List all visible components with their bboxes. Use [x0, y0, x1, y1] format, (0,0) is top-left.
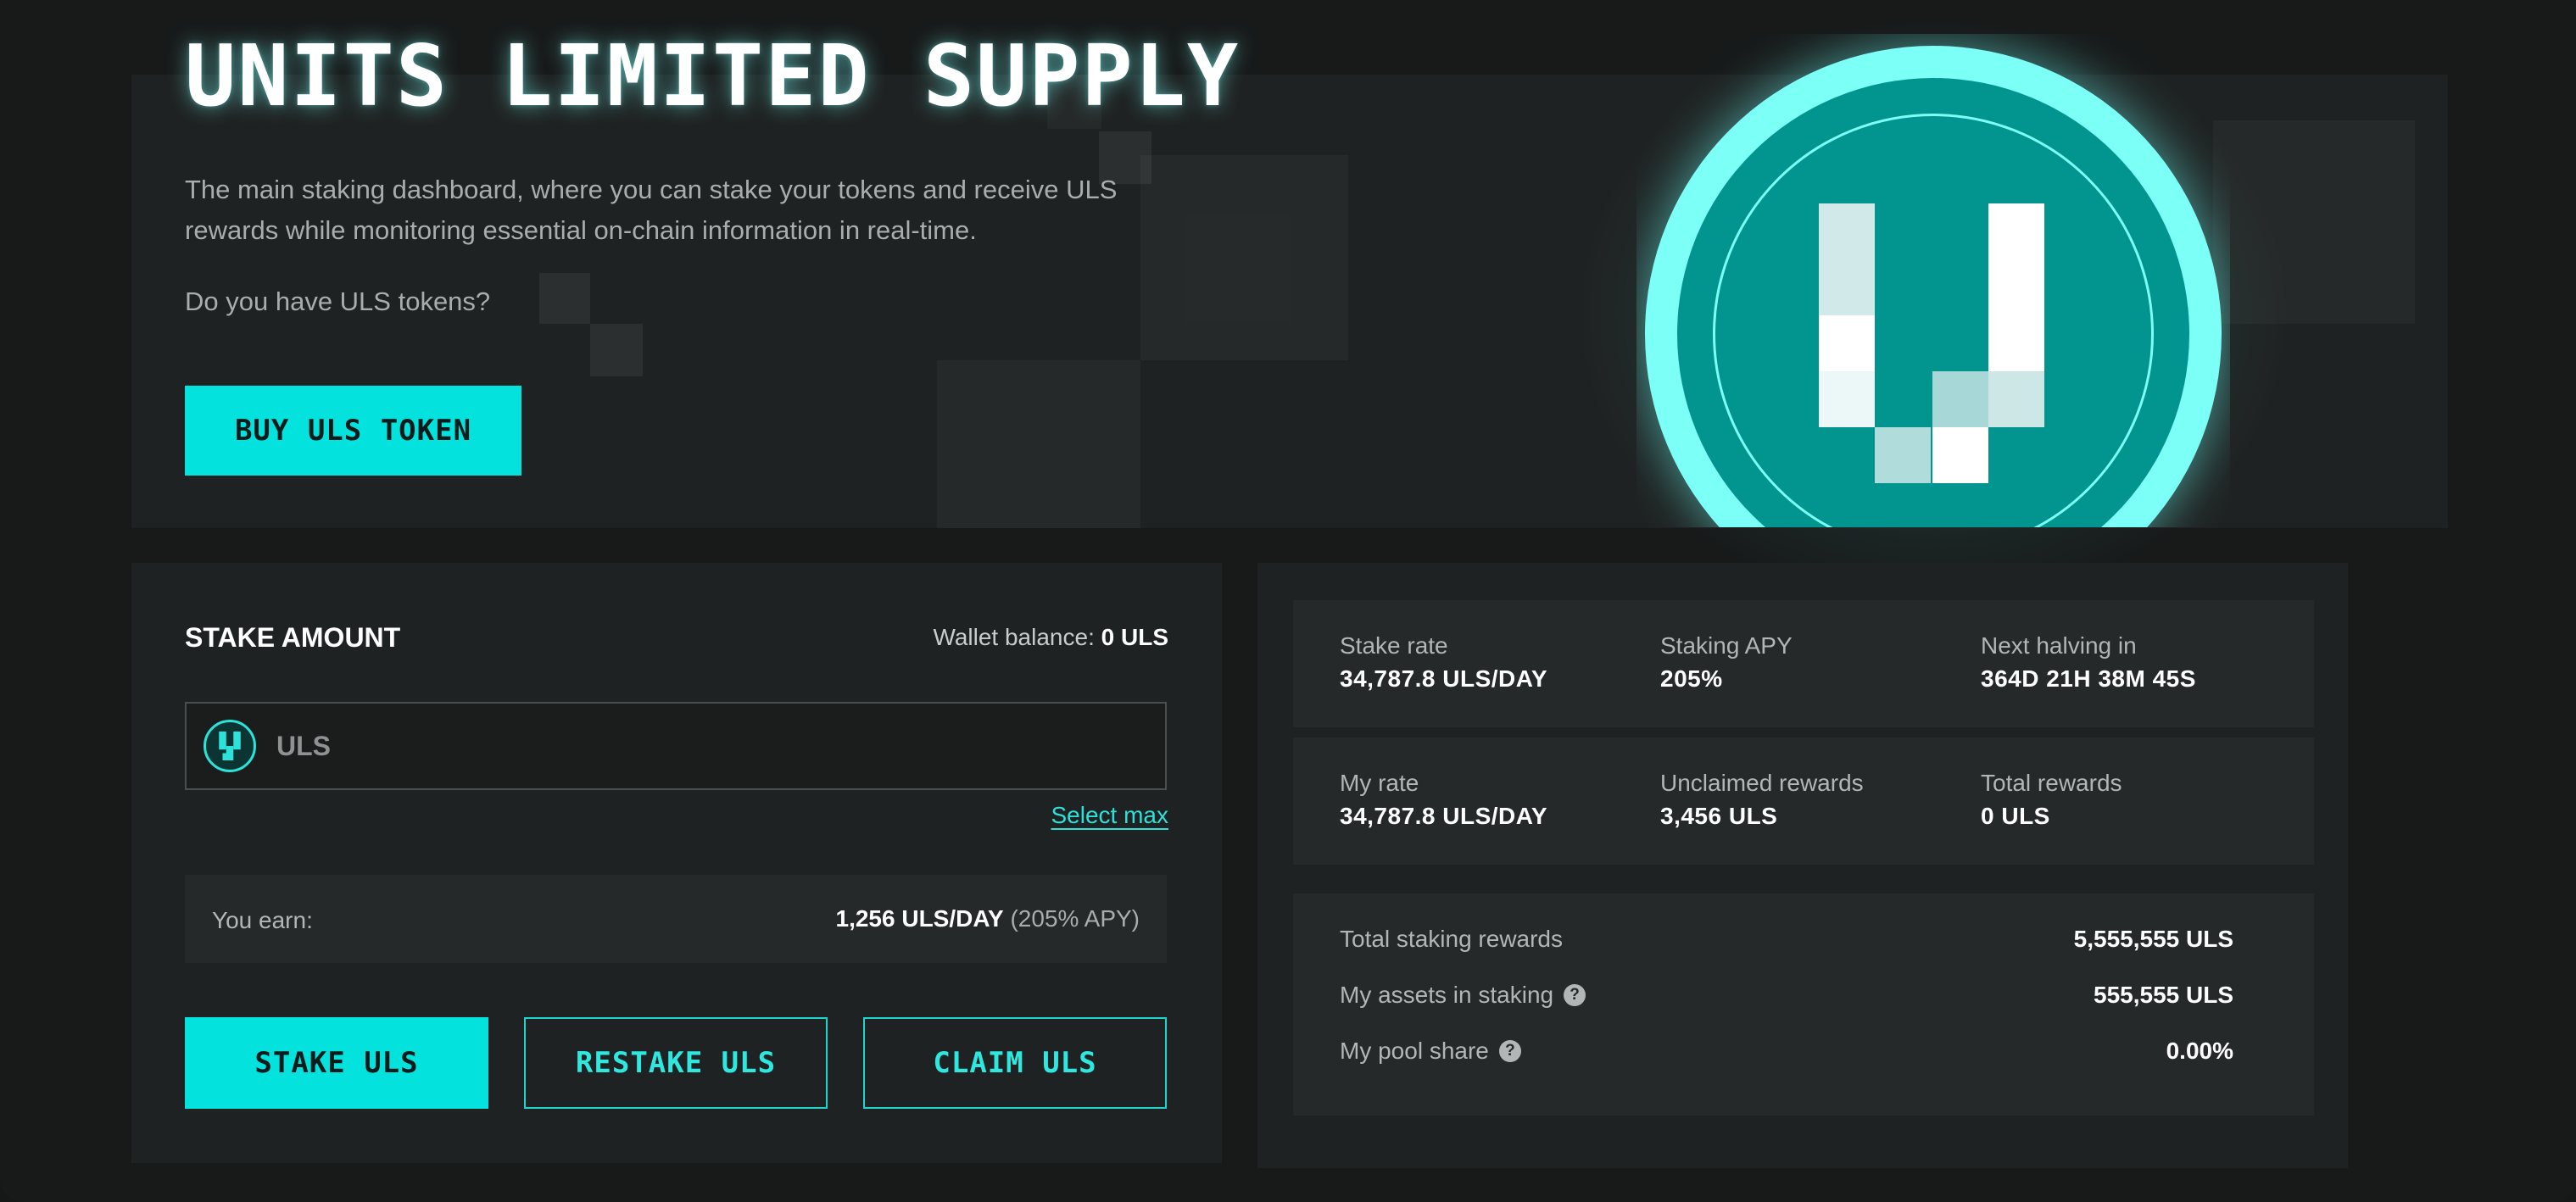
stat-value: 3,456 ULS [1660, 803, 1778, 829]
stat-label: Unclaimed rewards [1660, 770, 1864, 796]
logo-pixel [1932, 371, 1988, 427]
row-value: 0.00% [2166, 1038, 2233, 1064]
claim-uls-button[interactable]: CLAIM ULS [863, 1017, 1167, 1109]
stat-my-rate: My rate 34,787.8 ULS/DAY [1340, 768, 1547, 834]
stake-amount-input[interactable] [276, 730, 1040, 762]
stat-value: 34,787.8 ULS/DAY [1340, 665, 1548, 692]
pixel-deco [590, 324, 643, 376]
earn-summary: You earn: 1,256 ULS/DAY (205% APY) [185, 875, 1167, 963]
page-title: UNITS LIMITED SUPPLY [185, 26, 1241, 125]
logo-pixel [1819, 371, 1875, 427]
wallet-balance-value: 0 ULS [1101, 624, 1168, 650]
earn-value: 1,256 ULS/DAY (205% APY) [836, 905, 1140, 932]
stats-card-rates: Stake rate 34,787.8 ULS/DAY Staking APY … [1293, 600, 2314, 727]
stat-total-rewards: Total rewards 0 ULS [1981, 768, 2122, 834]
logo-pixel [1932, 427, 1988, 483]
stat-value: 0 ULS [1981, 803, 2050, 829]
stat-staking-apy: Staking APY 205% [1660, 631, 1793, 697]
earn-label: You earn: [212, 907, 313, 933]
logo-u-glyph [1819, 203, 2044, 492]
wallet-balance-label: Wallet balance: [933, 624, 1095, 650]
logo-pixel [1875, 427, 1931, 483]
earn-rate: 1,256 ULS/DAY [835, 905, 1004, 932]
uls-question: Do you have ULS tokens? [185, 287, 491, 316]
stats-card-totals: Total staking rewards 5,555,555 ULS My a… [1293, 893, 2314, 1116]
stat-unclaimed-rewards: Unclaimed rewards 3,456 ULS [1660, 768, 1864, 834]
logo-pixel [1819, 315, 1875, 371]
row-label: My pool share ? [1340, 1038, 1521, 1065]
uls-token-glyph [219, 732, 241, 760]
row-label: My assets in staking ? [1340, 982, 1586, 1009]
page-description: The main staking dashboard, where you ca… [185, 175, 1118, 245]
stake-amount-field[interactable] [185, 702, 1167, 790]
logo-pixel [1819, 259, 1875, 315]
logo-pixel [1988, 371, 2044, 427]
stat-value: 364D 21H 38M 45S [1981, 665, 2196, 692]
stats-panel: Stake rate 34,787.8 ULS/DAY Staking APY … [1257, 563, 2348, 1168]
uls-logo-icon [1636, 34, 2230, 527]
pixel-deco [539, 273, 590, 324]
pixel-deco [1140, 155, 1348, 360]
logo-pixel [1988, 259, 2044, 315]
stat-value: 205% [1660, 665, 1723, 692]
row-value: 5,555,555 ULS [2073, 926, 2233, 952]
row-label-text: Total staking rewards [1340, 926, 1564, 952]
stat-stake-rate: Stake rate 34,787.8 ULS/DAY [1340, 631, 1547, 697]
stake-uls-button[interactable]: STAKE ULS [185, 1017, 488, 1109]
logo-pixel [1988, 203, 2044, 259]
stake-panel: STAKE AMOUNT Wallet balance: 0 ULS Selec… [131, 563, 1222, 1163]
wallet-balance: Wallet balance: 0 ULS [933, 624, 1168, 651]
stat-next-halving: Next halving in 364D 21H 38M 45S [1981, 631, 2196, 697]
stat-value: 34,787.8 ULS/DAY [1340, 803, 1548, 829]
pixel-deco [937, 360, 1140, 528]
stats-card-mine: My rate 34,787.8 ULS/DAY Unclaimed rewar… [1293, 737, 2314, 865]
row-label-text: My assets in staking [1340, 982, 1554, 1008]
stat-label: Total rewards [1981, 770, 2122, 796]
buy-uls-token-button[interactable]: BUY ULS TOKEN [185, 386, 521, 476]
select-max-link[interactable]: Select max [1051, 802, 1169, 829]
row-label-text: My pool share [1340, 1038, 1489, 1064]
stat-label: My rate [1340, 770, 1419, 796]
help-icon[interactable]: ? [1498, 1040, 1521, 1062]
dashboard-frame: UNITS LIMITED SUPPLY The main staking da… [0, 0, 2576, 1202]
stat-label: Next halving in [1981, 632, 2137, 659]
total-staking-rewards-row: Total staking rewards 5,555,555 ULS [1340, 922, 2233, 956]
logo-pixel [1819, 203, 1875, 259]
restake-uls-button[interactable]: RESTAKE ULS [524, 1017, 828, 1109]
logo-pixel [1988, 315, 2044, 371]
help-icon[interactable]: ? [1564, 984, 1586, 1006]
row-value: 555,555 ULS [2094, 982, 2233, 1008]
uls-token-icon [204, 720, 256, 772]
earn-apy: (205% APY) [1010, 905, 1140, 932]
my-assets-in-staking-row: My assets in staking ? 555,555 ULS [1340, 978, 2233, 1012]
my-pool-share-row: My pool share ? 0.00% [1340, 1034, 2233, 1068]
stake-amount-title: STAKE AMOUNT [185, 622, 401, 653]
stat-label: Staking APY [1660, 632, 1793, 659]
stat-label: Stake rate [1340, 632, 1448, 659]
row-label: Total staking rewards [1340, 926, 1563, 953]
